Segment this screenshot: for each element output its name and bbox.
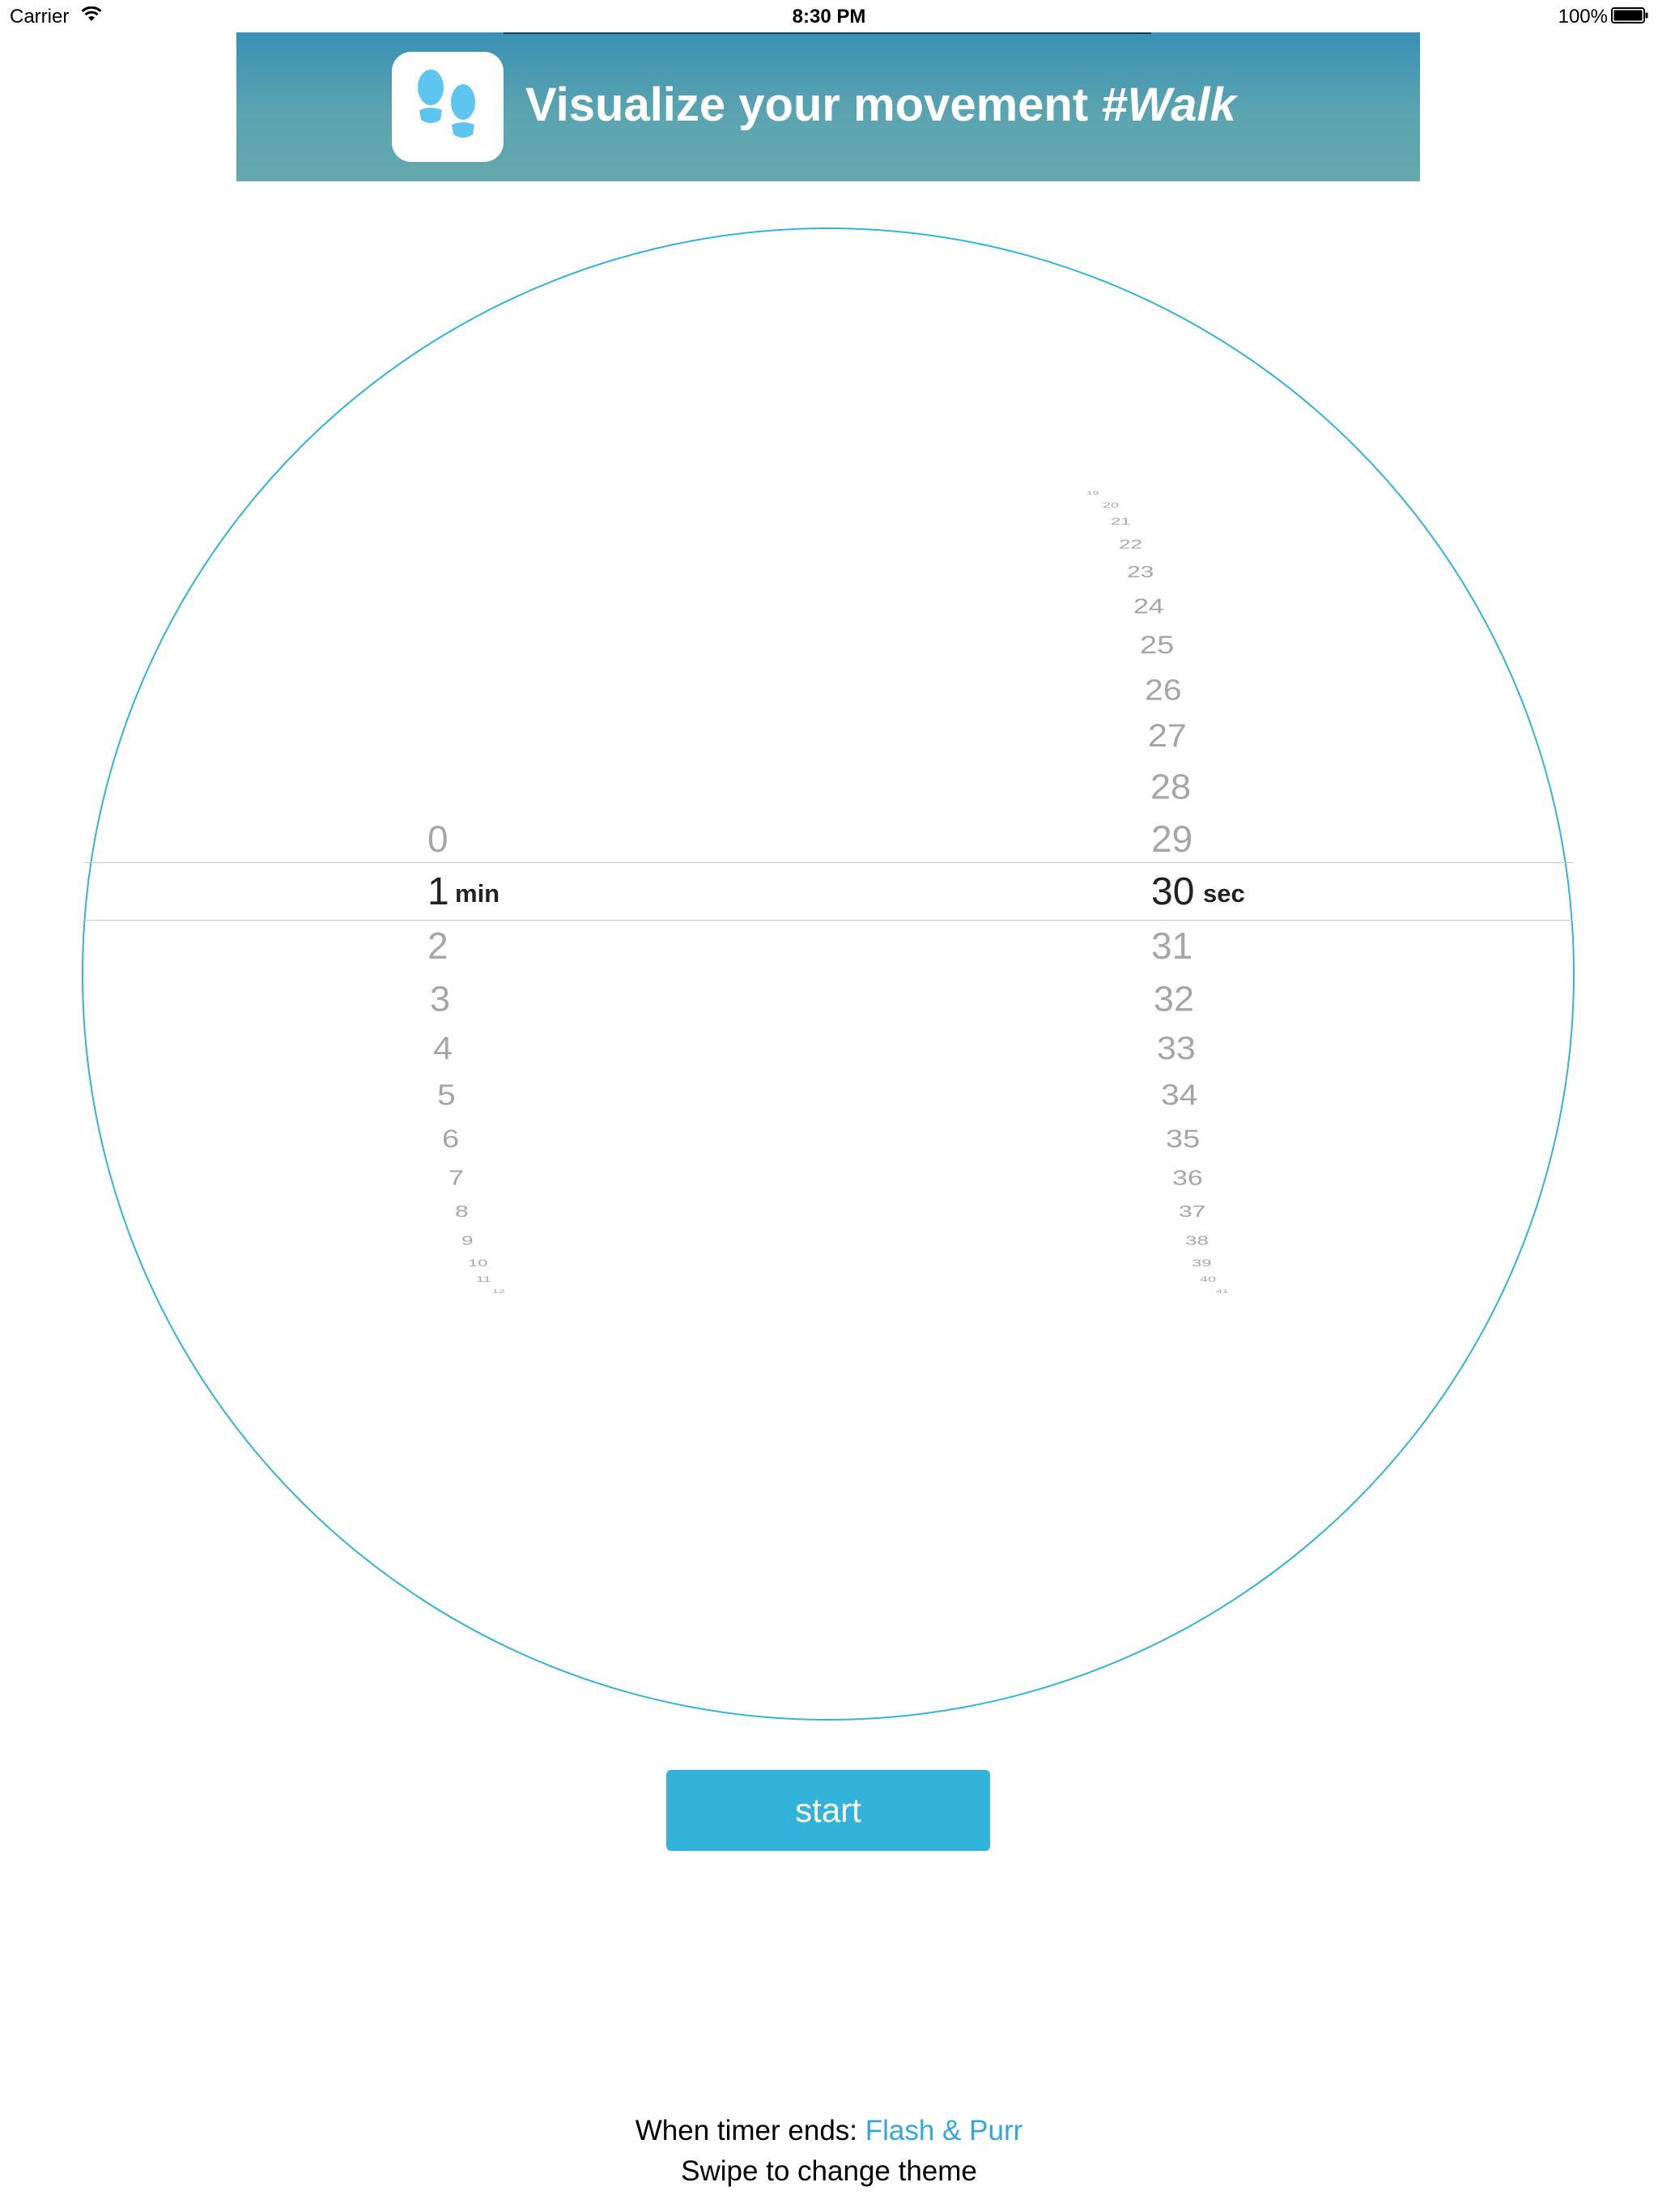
minutes-wheel-item[interactable]: 0 xyxy=(427,820,449,857)
seconds-wheel-item[interactable]: 34 xyxy=(1161,1080,1198,1109)
minutes-wheel-item[interactable]: 8 xyxy=(455,1203,469,1220)
seconds-wheel-item[interactable]: 25 xyxy=(1140,632,1174,657)
start-button[interactable]: start xyxy=(666,1770,990,1851)
minutes-unit-label: min xyxy=(455,879,500,908)
seconds-unit-label: sec xyxy=(1203,879,1245,908)
seconds-wheel-item[interactable]: 33 xyxy=(1157,1032,1196,1065)
timer-end-option-link[interactable]: Flash & Purr xyxy=(865,2115,1023,2146)
picker-selection-band xyxy=(84,862,1574,921)
minutes-wheel-item[interactable]: 4 xyxy=(433,1032,453,1065)
seconds-wheel-item[interactable]: 29 xyxy=(1151,820,1192,857)
seconds-wheel-item[interactable]: 21 xyxy=(1111,517,1130,526)
minutes-wheel-item[interactable]: 6 xyxy=(442,1126,459,1151)
seconds-wheel-item[interactable]: 32 xyxy=(1154,981,1194,1016)
minutes-selected-value[interactable]: 1 xyxy=(427,873,449,912)
seconds-wheel-item[interactable]: 27 xyxy=(1148,720,1187,752)
seconds-wheel-item[interactable]: 39 xyxy=(1192,1258,1211,1268)
minutes-wheel-item[interactable]: 12 xyxy=(492,1289,505,1294)
minutes-wheel-item[interactable]: 9 xyxy=(461,1234,473,1247)
seconds-wheel-item[interactable]: 41 xyxy=(1216,1289,1229,1294)
seconds-wheel-item[interactable]: 35 xyxy=(1166,1126,1200,1151)
minutes-wheel-item[interactable]: 5 xyxy=(437,1080,456,1109)
seconds-wheel-item[interactable]: 31 xyxy=(1151,927,1192,964)
seconds-wheel-item[interactable]: 37 xyxy=(1179,1203,1205,1220)
minutes-wheel-item[interactable]: 3 xyxy=(430,981,450,1016)
seconds-selected-value[interactable]: 30 xyxy=(1151,873,1194,912)
minutes-wheel-item[interactable]: 7 xyxy=(449,1168,464,1189)
minutes-wheel-item[interactable]: 2 xyxy=(427,927,449,964)
swipe-theme-hint: Swipe to change theme xyxy=(681,2155,977,2187)
seconds-wheel-item[interactable]: 22 xyxy=(1119,538,1142,551)
seconds-wheel-item[interactable]: 28 xyxy=(1150,768,1191,804)
app-screen: Carrier 8:30 PM 100% Visualize your move… xyxy=(0,0,1658,2212)
seconds-wheel-item[interactable]: 20 xyxy=(1103,502,1119,509)
minutes-wheel-item[interactable]: 10 xyxy=(468,1258,487,1268)
seconds-wheel-item[interactable]: 36 xyxy=(1172,1168,1203,1189)
timer-circle xyxy=(82,228,1575,1721)
seconds-wheel-item[interactable]: 24 xyxy=(1133,596,1164,617)
minutes-wheel-item[interactable]: 11 xyxy=(476,1276,491,1283)
seconds-wheel-item[interactable]: 26 xyxy=(1145,675,1182,704)
seconds-wheel-item[interactable]: 38 xyxy=(1185,1234,1209,1247)
seconds-wheel-item[interactable]: 40 xyxy=(1200,1276,1216,1283)
timer-end-setting: When timer ends: Flash & Purr xyxy=(0,2115,1658,2147)
seconds-wheel-item[interactable]: 23 xyxy=(1127,564,1154,581)
seconds-wheel-item[interactable]: 19 xyxy=(1086,491,1099,496)
timer-end-label: When timer ends: xyxy=(635,2115,858,2146)
